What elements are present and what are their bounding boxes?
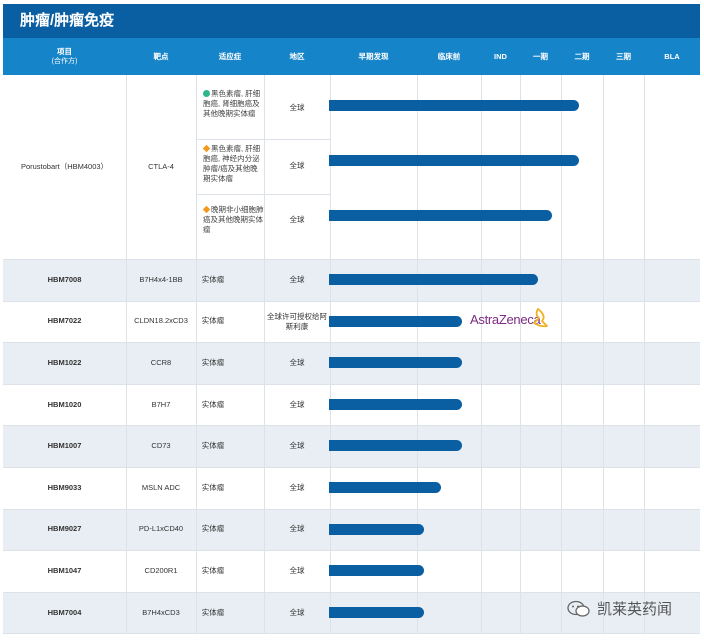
region-text: 全球 <box>289 161 305 170</box>
region-text: 全球 <box>289 399 305 409</box>
header-phase3: 三期 <box>616 51 631 61</box>
astrazeneca-logo-icon <box>533 308 548 328</box>
project-name: HBM1007 <box>47 441 82 451</box>
target-name: CTLA-4 <box>148 162 174 171</box>
progress-bar <box>329 274 538 285</box>
header-project-label: 项目 <box>57 46 72 56</box>
wechat-icon <box>567 600 590 617</box>
header-indication: 适应症 <box>218 51 242 61</box>
indication-text: 实体瘤 <box>201 482 225 492</box>
target-name: CLDN18.2xCD3 <box>134 316 188 326</box>
diamond-marker-icon <box>202 205 211 214</box>
progress-bar <box>329 155 579 166</box>
target-name: B7H4x4-1BB <box>139 274 183 284</box>
project-name: HBM1047 <box>47 565 82 575</box>
progress-bar <box>329 482 441 493</box>
header-project: 项目 (合作方) <box>3 38 126 75</box>
target-name: PD-L1xCD40 <box>138 524 184 534</box>
region-text: 全球 <box>289 215 305 224</box>
indication-text: 晚期非小细胞肺癌及其他晚期实体瘤 <box>202 205 264 234</box>
project-name: HBM9027 <box>47 524 82 534</box>
target-name: CD200R1 <box>144 565 178 575</box>
progress-bar <box>329 398 462 410</box>
region-text: 全球许可授权给阿斯利康 <box>267 311 327 331</box>
indication-text: 黑色素瘤, 肝细胞癌, 神经内分泌肿瘤/癌及其他晚期实体瘤 <box>202 144 261 183</box>
progress-bar <box>329 315 462 327</box>
progress-bar <box>329 100 579 111</box>
grid-line <box>196 139 330 140</box>
header-bla: BLA <box>664 51 680 61</box>
grid-line <box>196 194 330 195</box>
indication-text: 实体瘤 <box>201 441 225 451</box>
target-name: MSLN ADC <box>141 482 181 492</box>
target-name: B7H4xCD3 <box>142 607 180 617</box>
target-name: B7H7 <box>151 399 171 409</box>
watermark-text: 凯莱英药闻 <box>597 601 673 618</box>
progress-bar <box>329 565 424 577</box>
header-preclinical: 临床前 <box>437 51 461 61</box>
indication-text: 实体瘤 <box>201 316 225 326</box>
progress-bar <box>329 606 424 618</box>
region-text: 全球 <box>289 274 305 284</box>
header-phase1: 一期 <box>533 51 548 61</box>
region-text: 全球 <box>289 103 305 112</box>
header-discovery: 早期发现 <box>358 51 389 61</box>
indication-text: 实体瘤 <box>201 565 225 575</box>
project-name: HBM7008 <box>47 274 82 284</box>
region-text: 全球 <box>289 482 305 492</box>
dot-marker-icon <box>203 90 210 97</box>
indication-text: 实体瘤 <box>201 274 225 284</box>
indication-text: 黑色素瘤, 肝细胞癌, 肾细胞癌及其他晚期实体瘤 <box>203 89 261 118</box>
project-name: HBM7004 <box>47 607 82 617</box>
header-target: 靶点 <box>153 51 169 61</box>
region-text: 全球 <box>289 441 305 451</box>
project-name: HBM1022 <box>47 357 82 367</box>
indication-text: 实体瘤 <box>201 524 225 534</box>
target-name: CD73 <box>151 441 171 451</box>
progress-bar <box>329 210 552 221</box>
header-phase2: 二期 <box>574 51 590 61</box>
page-title: 肿瘤/肿瘤免疫 <box>3 4 700 38</box>
progress-bar <box>329 523 424 535</box>
project-name: HBM7022 <box>47 316 82 326</box>
region-text: 全球 <box>289 565 305 575</box>
diamond-marker-icon <box>202 144 211 153</box>
indication-text: 实体瘤 <box>201 357 225 367</box>
indication-text: 实体瘤 <box>201 607 225 617</box>
progress-bar <box>329 357 462 369</box>
region-text: 全球 <box>289 607 305 617</box>
table-header: 项目 (合作方) 靶点 适应症 地区 早期发现 临床前 IND 一期 二期 三期… <box>3 38 700 75</box>
header-region: 地区 <box>289 51 305 61</box>
project-name: HBM9033 <box>47 482 82 492</box>
header-ind: IND <box>494 51 507 61</box>
indication-text: 实体瘤 <box>201 399 225 409</box>
project-name: Porustobart（HBM4003） <box>20 162 109 171</box>
region-text: 全球 <box>289 357 305 367</box>
region-text: 全球 <box>289 524 305 534</box>
watermark: 凯莱英药闻 <box>567 598 672 619</box>
progress-bar <box>329 440 462 452</box>
header-project-sub: (合作方) <box>51 57 78 65</box>
target-name: CCR8 <box>150 357 172 367</box>
project-name: HBM1020 <box>47 399 82 409</box>
